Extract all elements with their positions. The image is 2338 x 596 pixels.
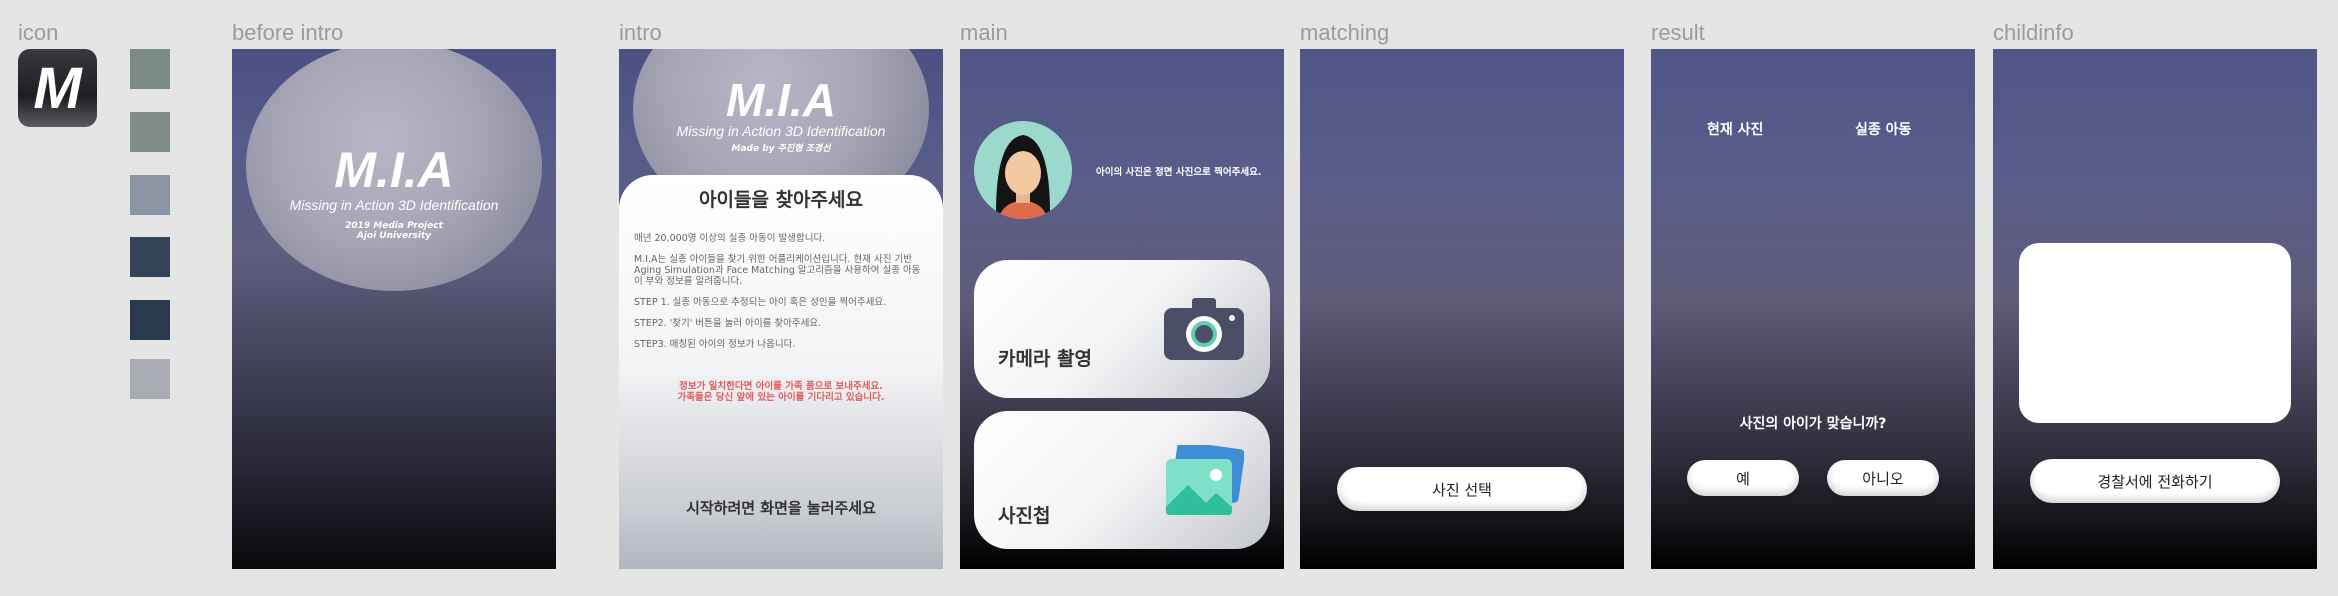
label-matching: matching: [1300, 20, 1390, 45]
label-childinfo: childinfo: [1993, 20, 2074, 45]
app-title: M.I.A: [334, 142, 454, 198]
step-text: STEP3. 매칭된 아이의 정보가 나옵니다.: [634, 339, 796, 350]
call-police-button[interactable]: 경찰서에 전화하기: [2030, 459, 2280, 503]
album-label: 사진첩: [998, 505, 1051, 527]
missing-child-label: 실종 아동: [1855, 122, 1912, 138]
intro-heading: 아이들을 찾아주세요: [699, 189, 863, 211]
match-question: 사진의 아이가 맞습니까?: [1739, 416, 1887, 432]
app-icon: M: [18, 49, 97, 127]
color-swatch: [130, 112, 170, 152]
intro-card[interactable]: 아이들을 찾아주세요 매년 20,000명 이상의 실종 아동이 발생합니다. …: [619, 175, 943, 569]
screen-childinfo: 경찰서에 전화하기: [1993, 49, 2317, 569]
intro-paragraph: 매년 20,000명 이상의 실종 아동이 발생합니다.: [634, 233, 826, 244]
label-before-intro: before intro: [232, 20, 344, 45]
select-photo-button[interactable]: 사진 선택: [1337, 467, 1587, 511]
label-icon: icon: [18, 20, 59, 45]
app-subtitle: Missing in Action 3D Identification: [289, 197, 499, 213]
start-prompt[interactable]: 시작하려면 화면을 눌러주세요: [619, 497, 943, 518]
intro-paragraph: M.I.A는 실종 아이들을 찾기 위한 어플리케이션입니다. 현재 사진 기반…: [634, 254, 921, 287]
project-line: 2019 Media Project: [345, 221, 443, 231]
color-swatch: [130, 359, 170, 399]
child-info-card: [2019, 243, 2291, 423]
label-result: result: [1651, 20, 1705, 45]
screen-matching: 사진 선택: [1300, 49, 1624, 569]
color-swatch: [130, 49, 170, 89]
screen-result: 현재 사진 실종 아동 사진의 아이가 맞습니까? 예 아니오: [1651, 49, 1975, 569]
university-line: Ajoi University: [356, 231, 432, 241]
color-swatch: [130, 300, 170, 340]
app-subtitle: Missing in Action 3D Identification: [676, 123, 886, 139]
app-title: M.I.A: [726, 74, 836, 126]
album-button[interactable]: 사진첩: [974, 411, 1270, 549]
step-text: STEP2. '찾기' 버튼을 눌러 아이를 찾아주세요.: [634, 318, 822, 329]
photo-hint: 아이의 사진은 정면 사진으로 찍어주세요.: [1096, 167, 1262, 178]
label-intro: intro: [619, 20, 662, 45]
color-swatch: [130, 237, 170, 277]
avatar: [974, 121, 1072, 219]
gallery-icon: [1166, 445, 1244, 515]
screen-main: 아이의 사진은 정면 사진으로 찍어주세요. 카메라 촬영 사진첩: [960, 49, 1284, 569]
no-button[interactable]: 아니오: [1827, 460, 1939, 496]
screen-before-intro[interactable]: M.I.A Missing in Action 3D Identificatio…: [232, 49, 556, 569]
color-swatch: [130, 175, 170, 215]
camera-label: 카메라 촬영: [998, 348, 1093, 370]
credit-line: Made by 주진형 조경선: [731, 144, 831, 154]
yes-button[interactable]: 예: [1687, 460, 1799, 496]
warning-text: 가족들은 당신 앞에 있는 아이를 기다리고 있습니다.: [677, 392, 885, 403]
camera-icon: [1164, 298, 1244, 360]
app-icon-letter: M: [33, 55, 82, 121]
camera-button[interactable]: 카메라 촬영: [974, 260, 1270, 398]
current-photo-label: 현재 사진: [1707, 122, 1764, 138]
screen-intro[interactable]: M.I.A Missing in Action 3D Identificatio…: [619, 49, 943, 569]
label-main: main: [960, 20, 1008, 45]
step-text: STEP 1. 실종 아동으로 추정되는 아이 혹은 성인을 찍어주세요.: [634, 297, 887, 308]
warning-text: 정보가 일치한다면 아이를 가족 품으로 보내주세요.: [679, 381, 883, 392]
